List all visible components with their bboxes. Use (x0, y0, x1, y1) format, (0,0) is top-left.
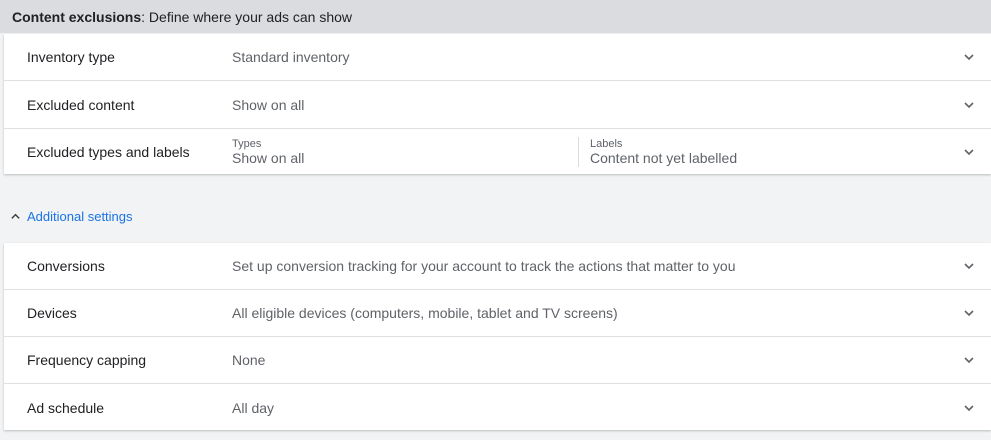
excluded-content-row[interactable]: Excluded content Show on all (4, 81, 991, 129)
chevron-down-icon[interactable] (963, 146, 975, 158)
additional-settings-card: Conversions Set up conversion tracking f… (4, 243, 991, 430)
row-value: Set up conversion tracking for your acco… (232, 258, 736, 274)
row-label: Conversions (27, 258, 105, 274)
chevron-down-icon[interactable] (963, 51, 975, 63)
ad-schedule-row[interactable]: Ad schedule All day (4, 384, 991, 431)
labels-value: Content not yet labelled (590, 150, 738, 166)
chevron-down-icon[interactable] (963, 260, 975, 272)
labels-column: Labels Content not yet labelled (590, 138, 737, 167)
row-label: Devices (27, 305, 77, 321)
conversions-row[interactable]: Conversions Set up conversion tracking f… (4, 243, 991, 290)
inventory-type-row[interactable]: Inventory type Standard inventory (4, 34, 991, 81)
excluded-types-and-labels-row[interactable]: Excluded types and labels Types Show on … (4, 129, 991, 175)
header-title-bold: Content exclusions (12, 8, 142, 25)
additional-settings-label: Additional settings (27, 208, 133, 224)
row-label: Ad schedule (27, 399, 105, 416)
chevron-down-icon[interactable] (963, 402, 975, 414)
row-label: Excluded types and labels (27, 144, 190, 160)
content-exclusions-card: Inventory type Standard inventory Exclud… (4, 34, 991, 174)
row-label: Excluded content (27, 96, 135, 113)
row-value: None (232, 352, 266, 368)
row-value: Standard inventory (232, 49, 350, 65)
devices-row[interactable]: Devices All eligible devices (computers,… (4, 290, 991, 337)
additional-settings-toggle[interactable]: Additional settings (10, 206, 133, 226)
types-caption: Types (232, 138, 262, 150)
row-label: Frequency capping (27, 352, 147, 368)
row-value: All eligible devices (computers, mobile,… (232, 305, 618, 321)
row-label: Inventory type (27, 49, 115, 65)
row-value: All day (232, 399, 275, 416)
row-value: Show on all (232, 96, 305, 113)
labels-caption: Labels (590, 138, 623, 150)
header-title-description: : Define where your ads can show (141, 8, 353, 25)
frequency-capping-row[interactable]: Frequency capping None (4, 337, 991, 384)
chevron-down-icon[interactable] (963, 354, 975, 366)
chevron-up-icon (11, 213, 20, 219)
content-exclusions-header: Content exclusions: Define where your ad… (0, 0, 991, 33)
types-value: Show on all (232, 150, 305, 166)
types-column: Types Show on all (232, 138, 304, 167)
chevron-down-icon[interactable] (963, 99, 975, 111)
chevron-down-icon[interactable] (963, 307, 975, 319)
column-divider (578, 137, 579, 167)
